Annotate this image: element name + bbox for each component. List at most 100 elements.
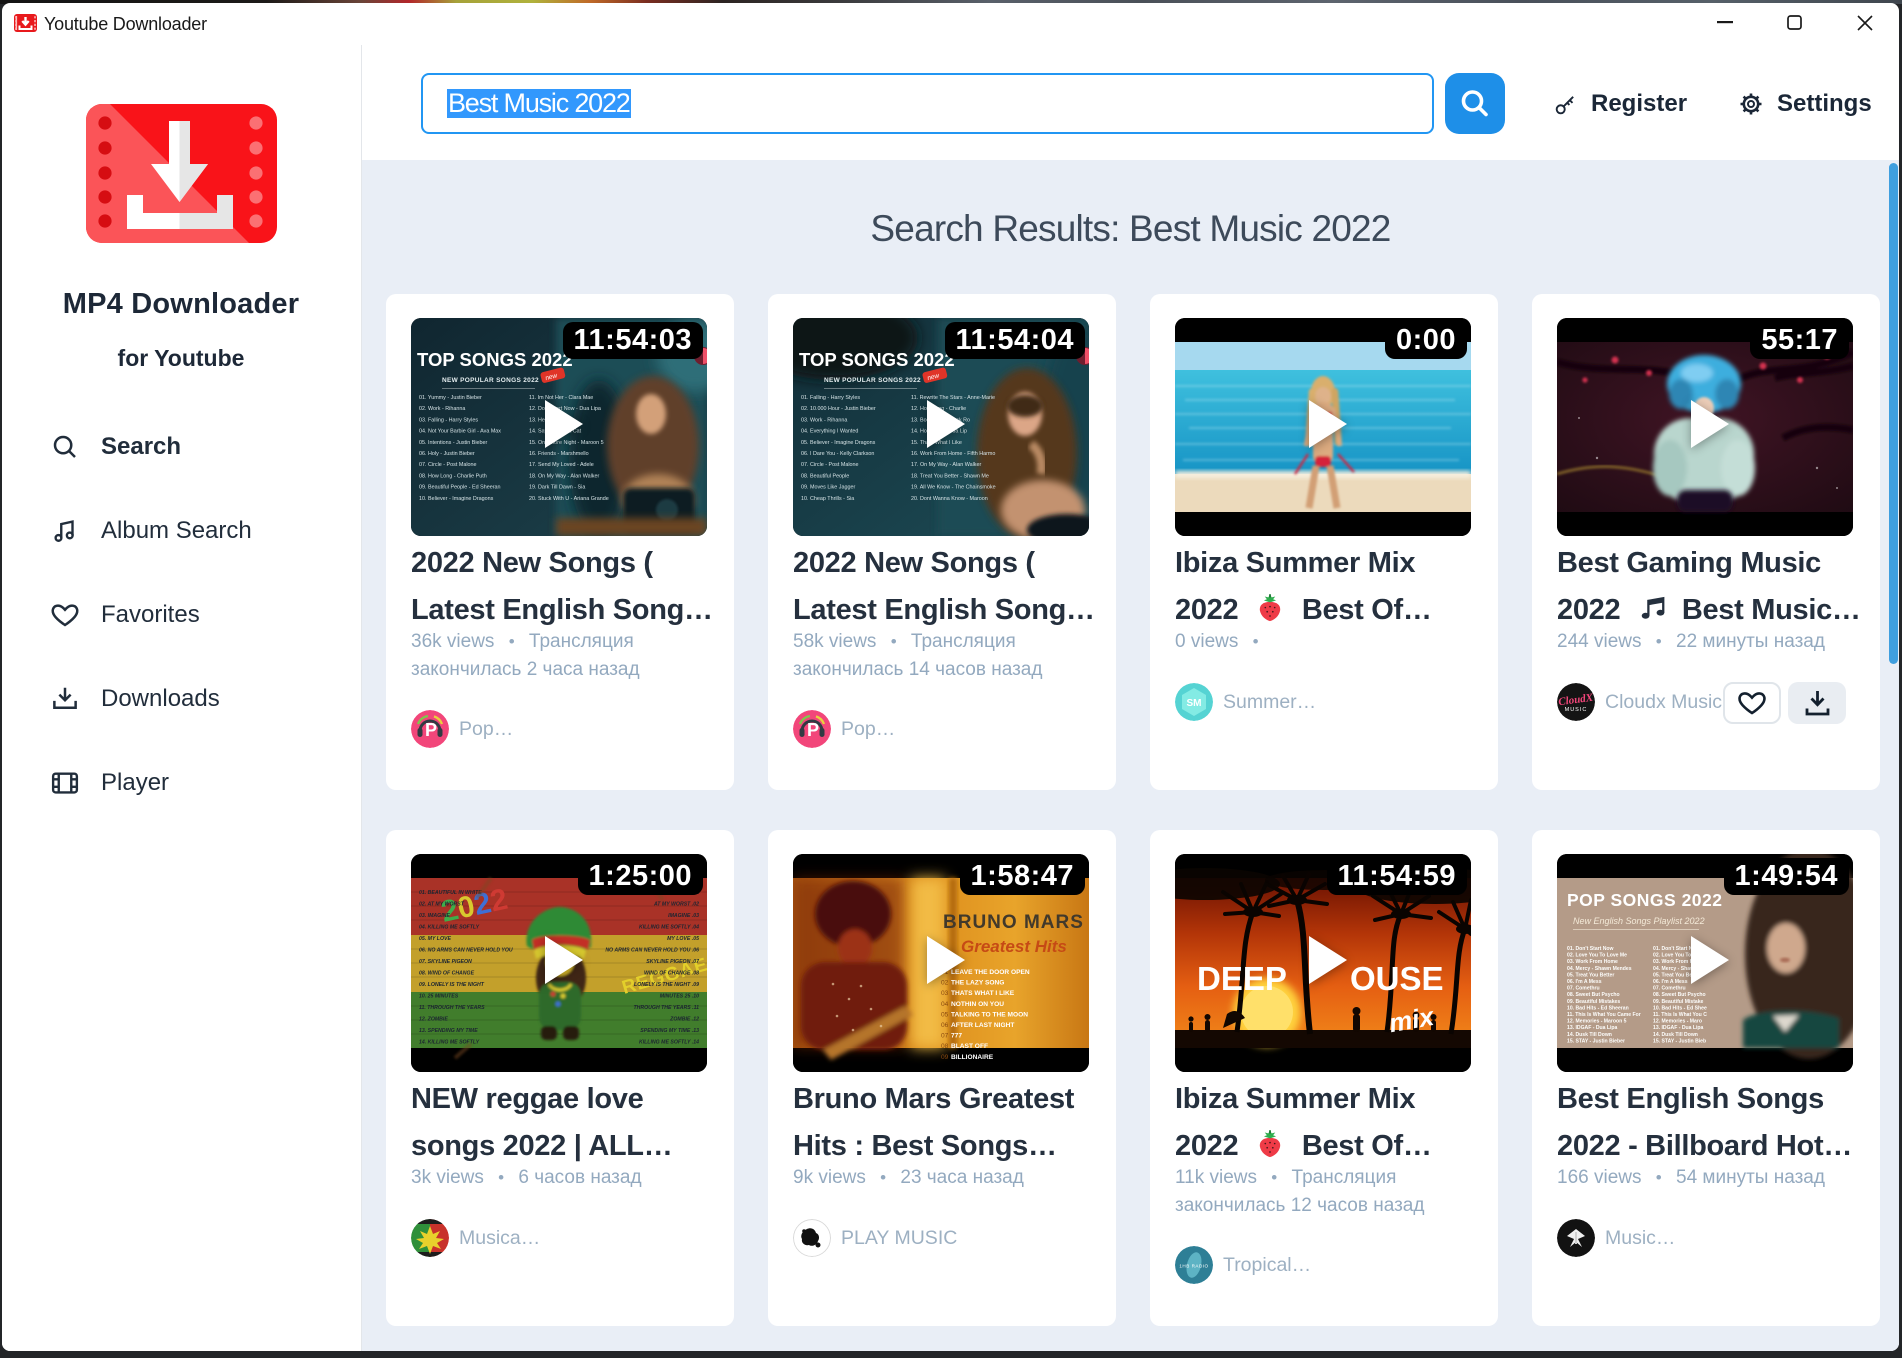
svg-text:06. I'm A Mess: 06. I'm A Mess bbox=[1653, 979, 1688, 985]
svg-text:07: 07 bbox=[941, 1033, 949, 1040]
svg-text:11. This Is What You C: 11. This Is What You C bbox=[1653, 1012, 1707, 1018]
svg-text:13. IDGAF - Dua Lipa: 13. IDGAF - Dua Lipa bbox=[1653, 1025, 1704, 1031]
svg-text:BLAST OFF: BLAST OFF bbox=[951, 1043, 988, 1050]
svg-text:SM: SM bbox=[1187, 698, 1202, 709]
svg-text:NOTHIN ON YOU: NOTHIN ON YOU bbox=[951, 1001, 1004, 1008]
svg-text:05. Intentions - Justin Bieber: 05. Intentions - Justin Bieber bbox=[419, 440, 488, 446]
svg-text:TOP SONGS 2022: TOP SONGS 2022 bbox=[799, 349, 955, 370]
svg-text:10. Bad Hits - Ed Shee: 10. Bad Hits - Ed Shee bbox=[1653, 1005, 1707, 1011]
svg-text:12. Memories - Maroon 5: 12. Memories - Maroon 5 bbox=[1567, 1019, 1627, 1025]
svg-text:19. Dark Till Dawn - Sia: 19. Dark Till Dawn - Sia bbox=[529, 485, 585, 491]
svg-text:14. Dusk Till Down: 14. Dusk Till Down bbox=[1653, 1032, 1698, 1038]
svg-text:TOP SONGS 2022: TOP SONGS 2022 bbox=[417, 349, 573, 370]
svg-text:12. Memories - Maro: 12. Memories - Maro bbox=[1653, 1019, 1702, 1025]
svg-text:03. Falling - Harry Styles: 03. Falling - Harry Styles bbox=[419, 417, 478, 423]
svg-text:06: 06 bbox=[941, 1022, 949, 1029]
svg-text:14. Dusk Till Down: 14. Dusk Till Down bbox=[1567, 1032, 1612, 1038]
svg-text:08. Sweet But Psycho: 08. Sweet But Psycho bbox=[1653, 992, 1706, 998]
svg-text:13. SPENDING MY TIME: 13. SPENDING MY TIME bbox=[419, 1028, 478, 1034]
svg-text:03. Work From Home: 03. Work From Home bbox=[1567, 959, 1618, 965]
svg-text:01. Falling - Harry Styles: 01. Falling - Harry Styles bbox=[801, 395, 860, 401]
svg-text:DEEP: DEEP bbox=[1197, 960, 1287, 997]
svg-text:06. Holy - Justin Bieber: 06. Holy - Justin Bieber bbox=[419, 451, 475, 457]
svg-text:AT MY WORST .02: AT MY WORST .02 bbox=[653, 902, 699, 908]
svg-text:07. SKYLINE PIGEON: 07. SKYLINE PIGEON bbox=[419, 959, 472, 965]
svg-text:09. Beautiful People - Ed Shee: 09. Beautiful People - Ed Sheeran bbox=[419, 485, 501, 491]
svg-text:09. Beautiful Mistakes: 09. Beautiful Mistakes bbox=[1567, 999, 1620, 1005]
svg-text:05: 05 bbox=[941, 1011, 949, 1018]
svg-text:LONELY IS THE NIGHT .09: LONELY IS THE NIGHT .09 bbox=[634, 982, 699, 988]
svg-text:05. Treat You Better: 05. Treat You Better bbox=[1567, 972, 1614, 978]
svg-text:04. Mercy - Shawn Mendes: 04. Mercy - Shawn Mendes bbox=[1567, 966, 1632, 972]
svg-text:BILLIONAIRE: BILLIONAIRE bbox=[951, 1054, 994, 1061]
svg-text:06. I'm A Mess: 06. I'm A Mess bbox=[1567, 979, 1602, 985]
svg-text:NEW POPULAR SONGS 2022: NEW POPULAR SONGS 2022 bbox=[442, 377, 539, 384]
svg-text:01. Yummy - Justin Bieber: 01. Yummy - Justin Bieber bbox=[419, 395, 482, 401]
svg-text:17. On My Way - Alan Walker: 17. On My Way - Alan Walker bbox=[911, 462, 982, 468]
svg-text:03: 03 bbox=[941, 990, 949, 997]
svg-text:10. 25 MINUTES: 10. 25 MINUTES bbox=[419, 994, 459, 1000]
svg-text:17. Send My Loved - Adele: 17. Send My Loved - Adele bbox=[529, 462, 594, 468]
svg-text:09. Beautiful Mistake: 09. Beautiful Mistake bbox=[1653, 999, 1704, 1005]
svg-text:19. All We Know - The Chainsmo: 19. All We Know - The Chainsmoke bbox=[911, 485, 996, 491]
svg-text:THATS WHAT I LIKE: THATS WHAT I LIKE bbox=[951, 990, 1015, 997]
svg-text:MUSIC: MUSIC bbox=[1565, 707, 1588, 713]
svg-text:05. MY LOVE: 05. MY LOVE bbox=[419, 936, 451, 942]
svg-text:13. IDGAF - Dua Lipa: 13. IDGAF - Dua Lipa bbox=[1567, 1025, 1618, 1031]
svg-text:06. NO ARMS CAN NEVER HOLD YOU: 06. NO ARMS CAN NEVER HOLD YOU bbox=[419, 948, 513, 954]
svg-text:NO ARMS CAN NEVER HOLD YOU .06: NO ARMS CAN NEVER HOLD YOU .06 bbox=[605, 948, 699, 954]
svg-text:AFTER LAST NIGHT: AFTER LAST NIGHT bbox=[951, 1022, 1014, 1029]
svg-text:SPENDING MY TIME .13: SPENDING MY TIME .13 bbox=[640, 1028, 699, 1034]
svg-text:08. WIND OF CHANGE: 08. WIND OF CHANGE bbox=[419, 971, 475, 977]
svg-text:18. Treat You Better - Shawn M: 18. Treat You Better - Shawn Me bbox=[911, 473, 989, 479]
svg-text:THROUGH THE YEARS .11: THROUGH THE YEARS .11 bbox=[633, 1005, 699, 1011]
svg-text:WIND OF CHANGE .08: WIND OF CHANGE .08 bbox=[644, 971, 699, 977]
svg-text:02. AT MY WORST: 02. AT MY WORST bbox=[419, 902, 465, 908]
svg-text:18. On My Way - Alan Walker: 18. On My Way - Alan Walker bbox=[529, 473, 600, 479]
svg-text:05. Believer - Imagine Dragons: 05. Believer - Imagine Dragons bbox=[801, 440, 876, 446]
svg-text:01. BEAUTIFUL IN WHITE: 01. BEAUTIFUL IN WHITE bbox=[419, 890, 482, 896]
svg-text:04. Everything I Wanted: 04. Everything I Wanted bbox=[801, 429, 858, 435]
svg-text:08. Sweet But Psycho: 08. Sweet But Psycho bbox=[1567, 992, 1620, 998]
svg-text:15. STAY - Justin Bieber: 15. STAY - Justin Bieber bbox=[1567, 1038, 1625, 1044]
svg-text:02. 10.000 Hour - Justin Biebe: 02. 10.000 Hour - Justin Bieber bbox=[801, 406, 876, 412]
svg-text:Greatest Hits: Greatest Hits bbox=[961, 937, 1067, 956]
svg-text:20. Stuck With U - Ariana Gran: 20. Stuck With U - Ariana Grande bbox=[529, 496, 609, 502]
svg-text:OUSE: OUSE bbox=[1350, 960, 1444, 997]
svg-text:TALKING TO THE MOON: TALKING TO THE MOON bbox=[951, 1011, 1028, 1018]
svg-text:10. Bad Hits - Ed Sheeran: 10. Bad Hits - Ed Sheeran bbox=[1567, 1005, 1629, 1011]
svg-text:SKYLINE PIGEON .07: SKYLINE PIGEON .07 bbox=[646, 959, 700, 965]
svg-text:07. Circle - Post Malone: 07. Circle - Post Malone bbox=[419, 462, 477, 468]
svg-text:ZOMBIE .12: ZOMBIE .12 bbox=[669, 1017, 699, 1023]
svg-text:10. Cheap Thrills - Sia: 10. Cheap Thrills - Sia bbox=[801, 496, 854, 502]
svg-text:09: 09 bbox=[941, 1054, 949, 1061]
svg-text:POP SONGS 2022: POP SONGS 2022 bbox=[1567, 890, 1723, 910]
svg-text:NEW POPULAR SONGS 2022: NEW POPULAR SONGS 2022 bbox=[824, 377, 921, 384]
svg-text:04. KILLING ME SOFTLY: 04. KILLING ME SOFTLY bbox=[419, 925, 480, 931]
svg-text:11. This Is What You Came For: 11. This Is What You Came For bbox=[1567, 1012, 1641, 1018]
svg-text:16. Work From Home - Fifth Har: 16. Work From Home - Fifth Harmo bbox=[911, 451, 995, 457]
svg-text:01. Don't Start Now: 01. Don't Start Now bbox=[1567, 946, 1614, 952]
svg-text:15. STAY - Justin Bieb: 15. STAY - Justin Bieb bbox=[1653, 1038, 1706, 1044]
svg-text:09. LONELY IS THE NIGHT: 09. LONELY IS THE NIGHT bbox=[419, 982, 485, 988]
svg-text:KILLING ME SOFTLY .04: KILLING ME SOFTLY .04 bbox=[639, 925, 699, 931]
svg-text:03. Work - Rihanna: 03. Work - Rihanna bbox=[801, 417, 847, 423]
svg-text:New English Songs Playlist 202: New English Songs Playlist 2022 bbox=[1573, 916, 1705, 926]
svg-text:20. Dont Wanna Know - Maroon: 20. Dont Wanna Know - Maroon bbox=[911, 496, 988, 502]
svg-text:02. Work - Rihanna: 02. Work - Rihanna bbox=[419, 406, 465, 412]
svg-text:1HB RADIO: 1HB RADIO bbox=[1179, 1264, 1208, 1269]
svg-text:IMAGINE .03: IMAGINE .03 bbox=[668, 913, 699, 919]
svg-text:BRUNO MARS: BRUNO MARS bbox=[943, 912, 1084, 933]
svg-text:11. THROUGH THE YEARS: 11. THROUGH THE YEARS bbox=[419, 1005, 485, 1011]
svg-text:04. Not Your Barbie Girl - Ava: 04. Not Your Barbie Girl - Ava Max bbox=[419, 429, 501, 435]
svg-text:10. Believer - Imagine Dragons: 10. Believer - Imagine Dragons bbox=[419, 496, 494, 502]
svg-text:07. Comethru: 07. Comethru bbox=[1567, 986, 1600, 992]
svg-text:06. I Dare You - Kelly Clarkso: 06. I Dare You - Kelly Clarkson bbox=[801, 451, 874, 457]
svg-text:MY LOVE .05: MY LOVE .05 bbox=[667, 936, 699, 942]
svg-text:16. Friends - Marshmello: 16. Friends - Marshmello bbox=[529, 451, 589, 457]
svg-text:07. Comethru: 07. Comethru bbox=[1653, 986, 1686, 992]
svg-text:08. Beautiful People: 08. Beautiful People bbox=[801, 473, 849, 479]
svg-text:777: 777 bbox=[951, 1033, 962, 1040]
svg-text:09. Moves Like Jagger: 09. Moves Like Jagger bbox=[801, 485, 855, 491]
svg-text:P: P bbox=[807, 720, 819, 740]
